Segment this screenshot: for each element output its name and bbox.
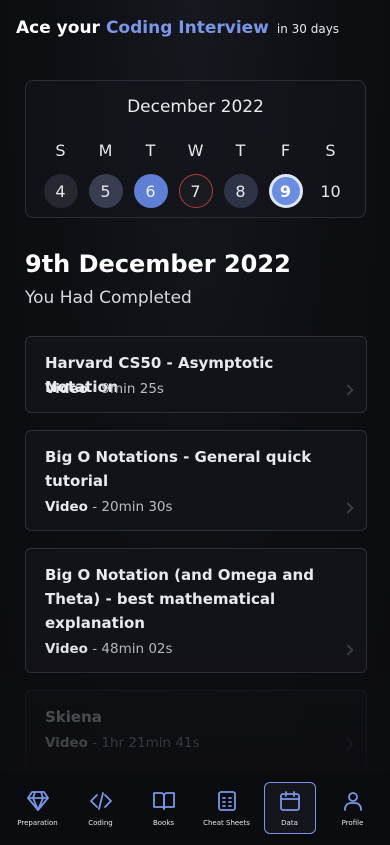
calendar-day[interactable]: 8 [223, 174, 258, 208]
weekday-label: F [280, 141, 291, 160]
nav-item-cheat-sheets[interactable]: Cheat Sheets [201, 782, 253, 834]
day-row: 4 5 6 7 8 9 10 [26, 174, 365, 210]
calendar-day[interactable]: 5 [88, 174, 123, 208]
item-title: Big O Notation (and Omega and Theta) - b… [45, 566, 314, 632]
nav-label: Cheat Sheets [203, 819, 250, 827]
header-suffix: in 30 days [276, 22, 340, 36]
completed-item-card[interactable]: Harvard CS50 - Asymptotic Notation Video… [25, 336, 367, 413]
nav-label: Profile [341, 819, 364, 827]
item-meta: Video - 48min 02s [45, 641, 173, 657]
weekday-label: T [235, 141, 246, 160]
item-duration: 1hr 21min 41s [101, 735, 200, 751]
nav-item-preparation[interactable]: Preparation [12, 782, 64, 834]
nav-label: Coding [88, 819, 113, 827]
chevron-right-icon [342, 384, 354, 396]
calendar-day[interactable]: 4 [43, 174, 78, 208]
item-meta: Video - 9min 25s [45, 381, 164, 397]
completed-item-card[interactable]: Big O Notations - General quick tutorial… [25, 430, 367, 531]
nav-item-data[interactable]: Data [263, 782, 316, 834]
page-header: Ace your Coding Interview in 30 days [16, 18, 339, 38]
weekday-label: T [145, 141, 156, 160]
completed-item-card[interactable]: Big O Notation (and Omega and Theta) - b… [25, 548, 367, 673]
completed-label: You Had Completed [25, 288, 192, 308]
item-type: Video [45, 735, 88, 751]
item-type: Video [45, 641, 88, 657]
bottom-nav: Preparation Coding Books Cheat Sheets Da… [0, 771, 390, 845]
item-meta: Video - 20min 30s [45, 499, 173, 515]
nav-label: Books [152, 819, 175, 827]
document-icon [217, 791, 236, 811]
weekday-label: W [187, 141, 204, 160]
item-title: Big O Notations - General quick tutorial [45, 448, 312, 490]
item-type: Video [45, 381, 88, 397]
code-icon [89, 792, 112, 810]
week-calendar: December 2022 S M T W T F S 4 5 6 7 8 9 … [25, 80, 366, 218]
calendar-day[interactable]: 6 [133, 174, 168, 208]
nav-label: Data [281, 819, 298, 827]
nav-item-coding[interactable]: Coding [75, 782, 127, 834]
header-highlight: Coding Interview [105, 18, 269, 38]
weekday-row: S M T W T F S [26, 141, 365, 160]
header-prefix: Ace your [16, 18, 100, 38]
nav-item-books[interactable]: Books [138, 782, 190, 834]
item-title: Skiena [45, 708, 102, 726]
book-icon [152, 792, 175, 810]
chevron-right-icon [342, 644, 354, 656]
weekday-label: M [98, 141, 113, 160]
item-type: Video [45, 499, 88, 515]
weekday-label: S [55, 141, 66, 160]
item-duration: 48min 02s [101, 641, 173, 657]
item-duration: 9min 25s [101, 381, 164, 397]
item-duration: 20min 30s [101, 499, 173, 515]
chevron-right-icon [342, 738, 354, 750]
nav-label: Preparation [17, 819, 58, 827]
chevron-right-icon [342, 502, 354, 514]
diamond-icon [26, 791, 49, 811]
user-icon [343, 792, 362, 811]
weekday-label: S [325, 141, 336, 160]
item-meta: Video - 1hr 21min 41s [45, 735, 200, 751]
calendar-icon [279, 791, 300, 811]
selected-date-heading: 9th December 2022 [25, 250, 291, 278]
nav-item-profile[interactable]: Profile [327, 782, 379, 834]
calendar-month-label: December 2022 [127, 97, 264, 117]
calendar-day-selected[interactable]: 9 [268, 174, 303, 208]
calendar-day-missed[interactable]: 7 [178, 174, 213, 208]
calendar-day[interactable]: 10 [314, 174, 348, 208]
